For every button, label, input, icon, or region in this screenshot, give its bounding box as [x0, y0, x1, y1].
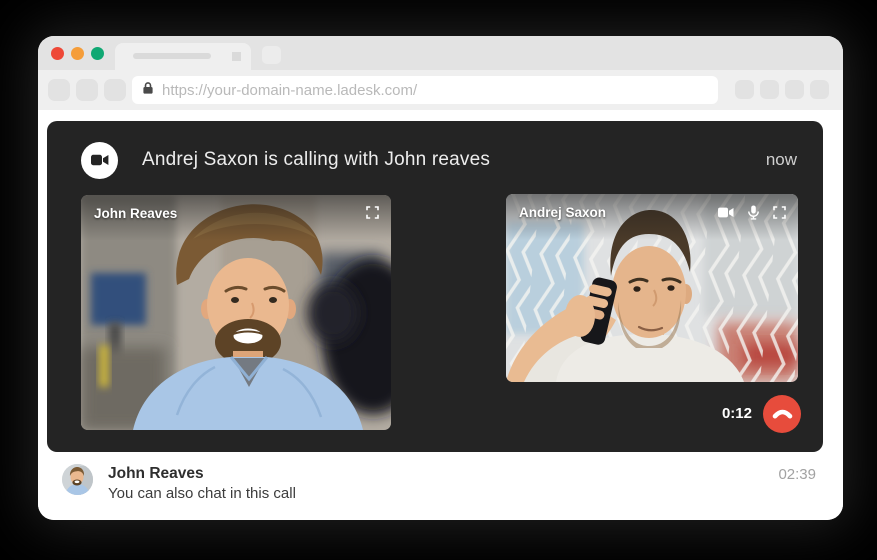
chat-text-block: John Reaves You can also chat in this ca…: [108, 464, 296, 504]
tile-controls: [718, 205, 786, 220]
toolbar-button-1[interactable]: [735, 80, 754, 99]
tab-title-placeholder: [133, 53, 211, 59]
lock-icon: [142, 81, 154, 100]
tile-participant-name: Andrej Saxon: [519, 205, 606, 220]
video-camera-badge: [81, 142, 118, 179]
browser-tab-bar: [38, 36, 843, 70]
forward-button[interactable]: [76, 79, 98, 101]
window-zoom-button[interactable]: [91, 47, 104, 60]
video-tile-andrej-saxon: Andrej Saxon: [506, 194, 798, 382]
video-tile-john-reaves: John Reaves: [81, 195, 391, 430]
camera-icon[interactable]: [718, 207, 734, 218]
tile-controls: [366, 206, 379, 219]
browser-tab[interactable]: [115, 43, 251, 70]
chat-body: You can also chat in this call: [108, 483, 296, 504]
reload-button[interactable]: [104, 79, 126, 101]
url-text: https://your-domain-name.ladesk.com/: [162, 82, 417, 99]
hangup-button[interactable]: [763, 395, 801, 433]
window-minimize-button[interactable]: [71, 47, 84, 60]
fullscreen-icon[interactable]: [366, 206, 379, 219]
video-call-panel: Andrej Saxon is calling with John reaves…: [47, 121, 823, 452]
back-button[interactable]: [48, 79, 70, 101]
nav-buttons: [48, 79, 126, 101]
tab-close-button[interactable]: [232, 52, 241, 61]
toolbar-button-2[interactable]: [760, 80, 779, 99]
page-background: https://your-domain-name.ladesk.com/: [0, 0, 877, 560]
call-title: Andrej Saxon is calling with John reaves: [142, 149, 490, 171]
call-header: Andrej Saxon is calling with John reaves…: [81, 141, 797, 179]
chat-message: John Reaves You can also chat in this ca…: [62, 464, 816, 504]
video-camera-icon: [91, 154, 109, 166]
window-controls: [51, 47, 104, 60]
fullscreen-icon[interactable]: [773, 206, 786, 219]
address-bar[interactable]: https://your-domain-name.ladesk.com/: [132, 76, 718, 104]
browser-toolbar: https://your-domain-name.ladesk.com/: [38, 70, 843, 110]
call-duration: 0:12: [722, 405, 752, 422]
browser-window: https://your-domain-name.ladesk.com/: [38, 36, 843, 520]
toolbar-buttons: [735, 80, 829, 99]
tile-participant-name: John Reaves: [94, 206, 177, 221]
toolbar-button-3[interactable]: [785, 80, 804, 99]
avatar-photo: [62, 464, 93, 495]
toolbar-button-4[interactable]: [810, 80, 829, 99]
avatar: [62, 464, 93, 495]
new-tab-button[interactable]: [262, 46, 281, 64]
chat-timestamp: 02:39: [778, 464, 816, 483]
window-close-button[interactable]: [51, 47, 64, 60]
phone-hangup-icon: [772, 407, 793, 422]
microphone-icon[interactable]: [747, 205, 760, 220]
chat-author: John Reaves: [108, 464, 296, 483]
call-received-time: now: [766, 150, 797, 170]
page-content: Andrej Saxon is calling with John reaves…: [38, 110, 843, 520]
